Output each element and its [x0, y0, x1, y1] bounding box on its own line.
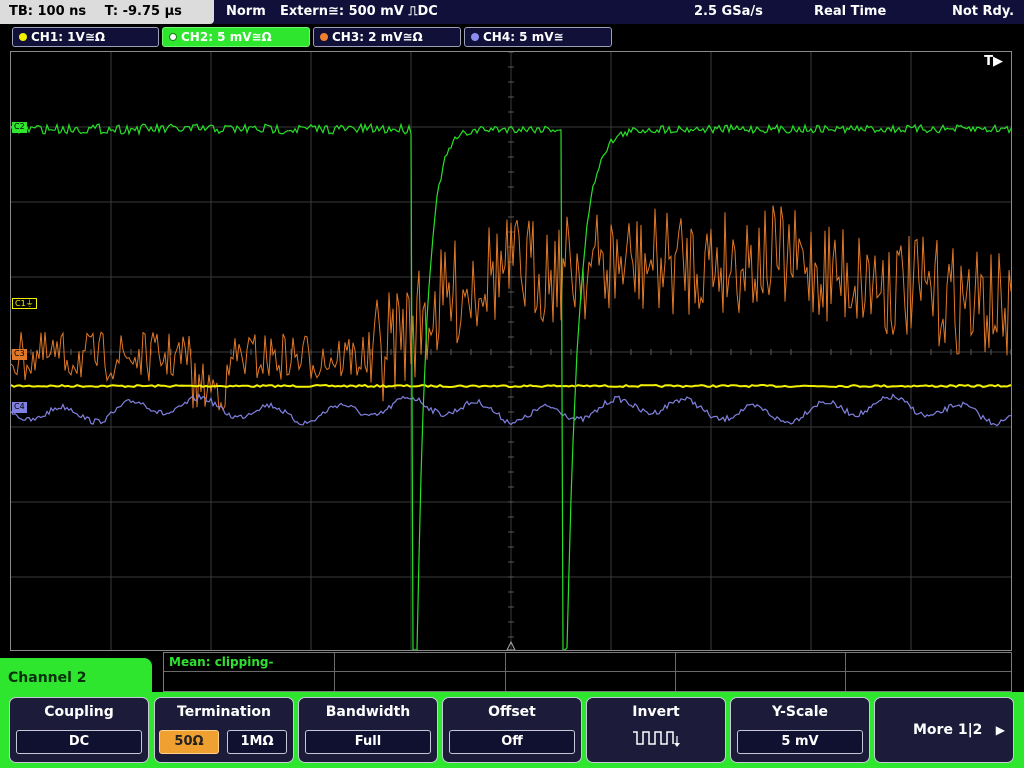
softkey-bar: Coupling DC Termination 50Ω 1MΩ Bandwidt… [0, 692, 1024, 768]
offset-value[interactable]: Off [449, 730, 575, 754]
channel-tab-ch1[interactable]: CH1: 1V≅Ω [12, 27, 159, 47]
ch3-label: CH3: 2 mV≅Ω [332, 30, 423, 44]
play-right-icon: ▶ [995, 723, 1005, 737]
ch4-color-dot [471, 33, 479, 41]
invert-label: Invert [632, 704, 680, 720]
timebase-label: TB: 100 ns [9, 4, 87, 19]
termination-label: Termination [177, 704, 271, 720]
ch2-label: CH2: 5 mV≅Ω [181, 30, 272, 44]
offset-label: Offset [488, 704, 536, 720]
channel-bar: CH1: 1V≅Ω CH2: 5 mV≅Ω CH3: 2 mV≅Ω CH4: 5… [0, 24, 1024, 50]
coupling-label: Coupling [44, 704, 114, 720]
bandwidth-softkey[interactable]: Bandwidth Full [298, 697, 438, 763]
coupling-value[interactable]: DC [16, 730, 142, 754]
more-softkey[interactable]: More 1|2 ▶ [874, 697, 1014, 763]
timebase-box[interactable]: TB: 100 ns T: -9.75 µs [0, 0, 214, 24]
meas-divider [334, 653, 335, 691]
measurement-bar[interactable]: Mean: clipping- [163, 652, 1012, 692]
termination-50ohm-option[interactable]: 50Ω [159, 730, 219, 754]
yscale-softkey[interactable]: Y-Scale 5 mV [730, 697, 870, 763]
ready-state: Not Rdy. [952, 4, 1015, 19]
bandwidth-label: Bandwidth [325, 704, 411, 720]
inverted-square-wave-icon [587, 728, 725, 754]
sample-rate: 2.5 GSa/s [694, 4, 763, 19]
ch4-level-marker[interactable]: C4 [12, 402, 27, 413]
coupling-softkey[interactable]: Coupling DC [9, 697, 149, 763]
meas-divider-h [164, 671, 1011, 672]
ch2-color-dot [169, 33, 177, 41]
yscale-value[interactable]: 5 mV [737, 730, 863, 754]
trigger-offset-label: T: -9.75 µs [104, 4, 182, 19]
channel-tab-ch2[interactable]: CH2: 5 mV≅Ω [162, 27, 310, 47]
yscale-label: Y-Scale [771, 704, 828, 720]
trigger-position-indicator: T▶ [984, 54, 1003, 69]
ch1-level-marker[interactable]: C1⏚ [12, 298, 37, 309]
ch1-color-dot [19, 33, 27, 41]
ch3-level-marker[interactable]: C3 [12, 349, 27, 360]
offset-softkey[interactable]: Offset Off [442, 697, 582, 763]
termination-softkey[interactable]: Termination 50Ω 1MΩ [154, 697, 294, 763]
ch3-color-dot [320, 33, 328, 41]
status-bar: TB: 100 ns T: -9.75 µs Norm Extern≅: 500… [0, 0, 1024, 24]
channel-tab-ch4[interactable]: CH4: 5 mV≅ [464, 27, 612, 47]
invert-softkey[interactable]: Invert [586, 697, 726, 763]
termination-1mohm-option[interactable]: 1MΩ [227, 730, 287, 754]
ch4-label: CH4: 5 mV≅ [483, 30, 564, 44]
more-label: More 1|2 [913, 722, 983, 738]
meas-divider [675, 653, 676, 691]
meas-divider [505, 653, 506, 691]
waveform-svg [11, 52, 1011, 650]
meas-divider [845, 653, 846, 691]
acquisition-mode[interactable]: Real Time [814, 0, 886, 24]
trigger-mode[interactable]: Norm [226, 0, 266, 24]
ch1-label: CH1: 1V≅Ω [31, 30, 106, 44]
waveform-display[interactable]: C2 C1⏚ C3 C4 T▶ [10, 51, 1012, 651]
trigger-source[interactable]: Extern≅: 500 mV ⎍DC [280, 0, 438, 24]
measurement-text: Mean: clipping- [169, 655, 274, 669]
bandwidth-value[interactable]: Full [305, 730, 431, 754]
ch2-level-marker[interactable]: C2 [12, 122, 27, 133]
channel-tab-ch3[interactable]: CH3: 2 mV≅Ω [313, 27, 461, 47]
